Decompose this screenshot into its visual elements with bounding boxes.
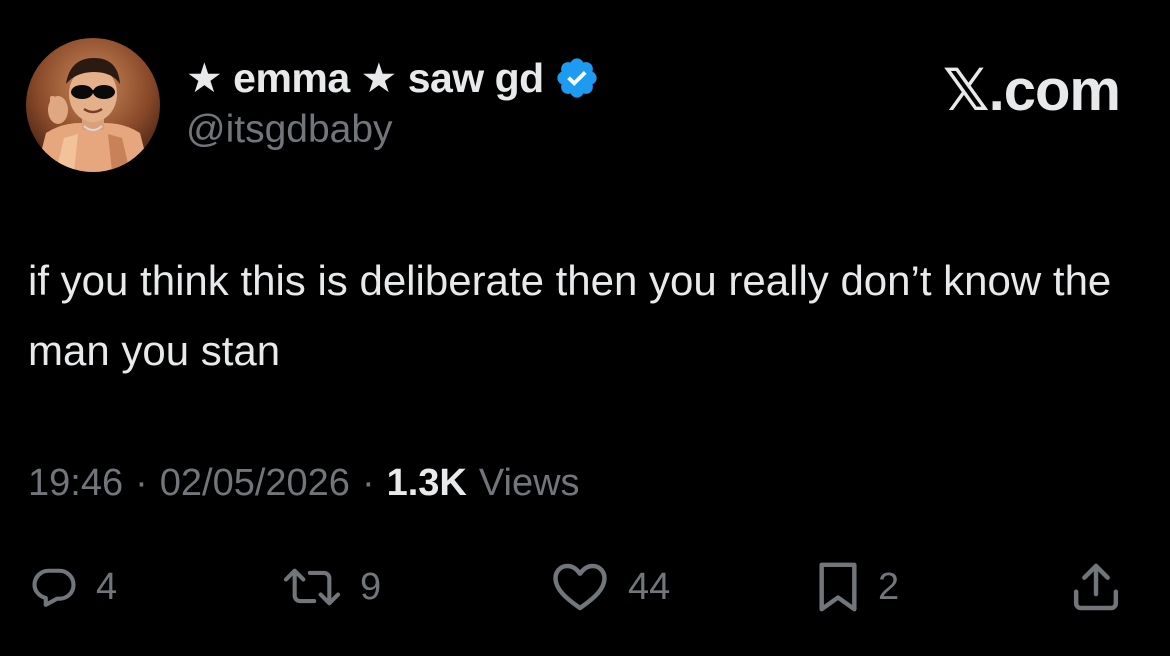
avatar-photo [26,38,160,172]
action-bar: 4 9 44 2 [0,552,1170,622]
retweet-button[interactable]: 9 [280,552,381,622]
heart-icon [553,563,607,611]
tweet-date[interactable]: 02/05/2026 [160,462,350,505]
display-name[interactable]: ★ emma ★ saw gd [186,54,544,102]
retweet-count: 9 [360,565,382,608]
display-name-row: ★ emma ★ saw gd [186,50,600,106]
reply-count: 4 [96,565,118,608]
tweet-time[interactable]: 19:46 [28,462,123,505]
avatar[interactable] [26,38,160,172]
retweet-icon [283,568,341,606]
reply-button[interactable]: 4 [28,552,117,622]
bookmark-icon [819,562,857,612]
bookmark-count: 2 [878,565,900,608]
reply-icon [32,568,76,607]
tweet-card: ★ emma ★ saw gd @itsgdbaby 𝕏.com if you … [0,0,1170,656]
share-icon [1073,563,1119,611]
share-button[interactable] [1068,552,1124,622]
views-label: Views [478,462,580,504]
meta-separator: · [135,462,148,504]
meta-separator: · [361,462,375,504]
tweet-meta: 19:46 · 02/05/2026 · 1.3K Views [28,462,580,505]
user-handle[interactable]: @itsgdbaby [186,108,393,152]
views-count[interactable]: 1.3K [387,462,467,505]
tweet-text: if you think this is deliberate then you… [28,257,1112,374]
bookmark-button[interactable]: 2 [814,552,899,622]
like-button[interactable]: 44 [548,552,670,622]
verified-badge-icon [554,55,600,101]
like-count: 44 [628,565,671,608]
site-label: 𝕏.com [942,58,1121,123]
